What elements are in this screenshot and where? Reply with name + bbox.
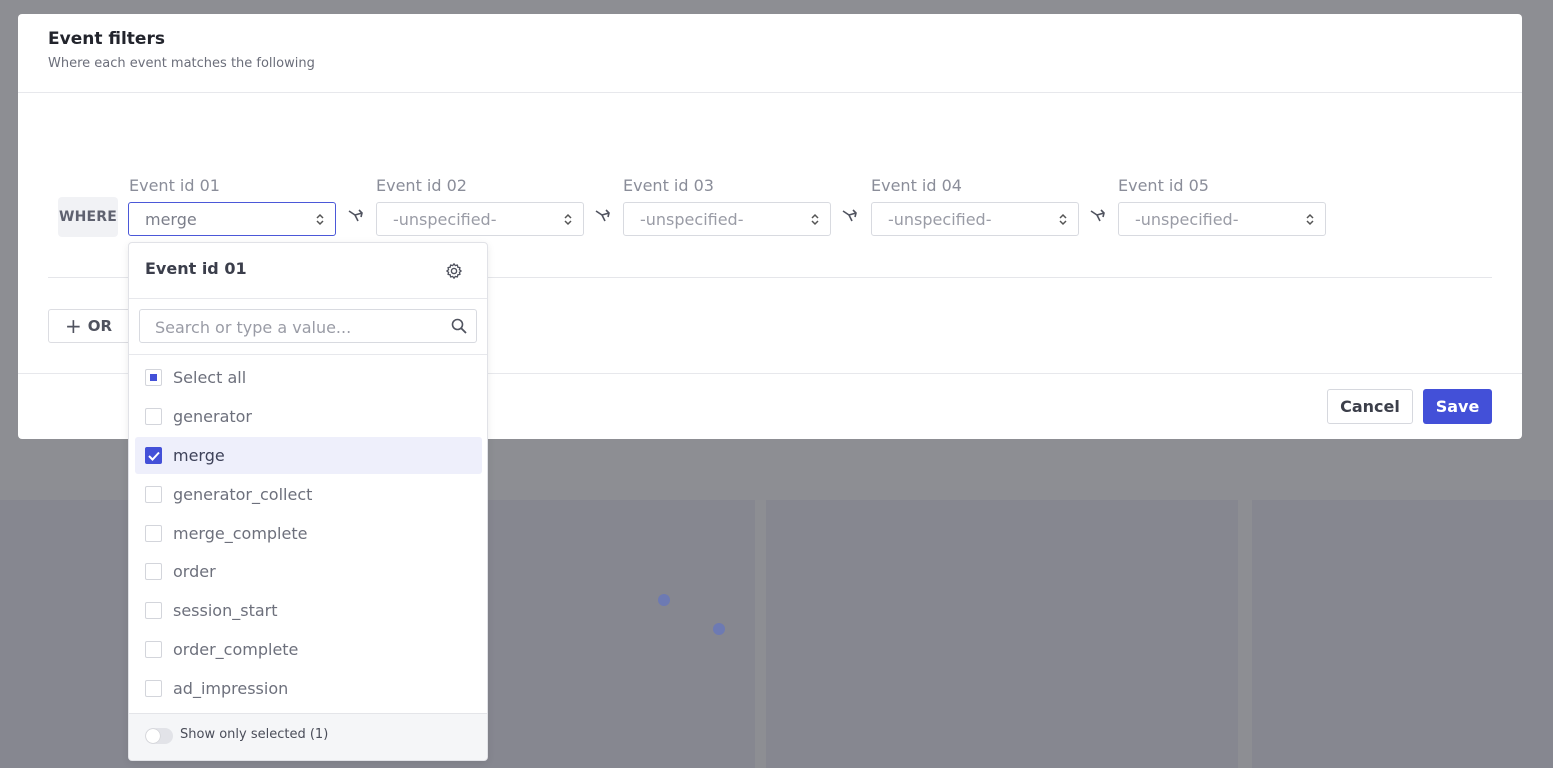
toggle-knob [146, 729, 160, 743]
background-panel-right [1252, 500, 1553, 768]
option-label: merge_complete [173, 524, 308, 543]
option-label: order_complete [173, 640, 299, 659]
select-value: -unspecified- [888, 209, 992, 229]
save-button[interactable]: Save [1423, 389, 1492, 424]
modal-header: Event filters Where each event matches t… [18, 14, 1522, 93]
option-label: generator [173, 407, 253, 426]
field-label-event-id-05: Event id 05 [1118, 176, 1209, 195]
search-icon [451, 318, 467, 334]
option-checkbox[interactable] [145, 680, 162, 697]
dropdown-title: Event id 01 [145, 259, 247, 278]
select-event-id-02[interactable]: -unspecified- [376, 202, 584, 236]
updown-chevron-icon [1306, 213, 1314, 226]
background-legend-dot [658, 594, 670, 606]
cancel-button[interactable]: Cancel [1327, 389, 1413, 424]
field-label-event-id-04: Event id 04 [871, 176, 962, 195]
field-label-event-id-02: Event id 02 [376, 176, 467, 195]
option-checkbox[interactable] [145, 525, 162, 542]
split-arrow-icon[interactable] [348, 207, 366, 225]
option-label: Select all [173, 368, 247, 387]
option-checkbox[interactable] [145, 563, 162, 580]
select-value: merge [145, 209, 197, 229]
list-item[interactable]: session_start [135, 592, 482, 629]
select-all-checkbox[interactable] [145, 369, 162, 386]
updown-chevron-icon [564, 213, 572, 226]
where-label: WHERE [58, 197, 118, 237]
option-label: session_start [173, 601, 278, 620]
dropdown-footer: Show only selected (1) [129, 713, 487, 760]
show-only-selected-toggle[interactable] [145, 728, 173, 744]
select-value: -unspecified- [640, 209, 744, 229]
option-checkbox[interactable] [145, 447, 162, 464]
list-item[interactable]: order_complete [135, 631, 482, 668]
dropdown-search-divider [129, 354, 487, 355]
checkmark-icon [148, 451, 160, 461]
list-item[interactable]: ad_impression [135, 670, 482, 707]
split-arrow-icon[interactable] [1090, 207, 1108, 225]
option-label: merge [173, 446, 225, 465]
select-event-id-03[interactable]: -unspecified- [623, 202, 831, 236]
background-data-point [713, 623, 725, 635]
list-item[interactable]: order [135, 553, 482, 590]
field-label-event-id-01: Event id 01 [129, 176, 220, 195]
updown-chevron-icon [811, 213, 819, 226]
plus-icon: + [65, 314, 82, 338]
select-value: -unspecified- [393, 209, 497, 229]
or-label: OR [87, 317, 113, 335]
field-label-event-id-03: Event id 03 [623, 176, 714, 195]
option-label: order [173, 562, 216, 581]
show-only-selected-label: Show only selected (1) [180, 727, 329, 742]
modal-title: Event filters [48, 29, 165, 49]
split-arrow-icon[interactable] [595, 207, 613, 225]
list-item[interactable]: merge [135, 437, 482, 474]
gear-icon[interactable] [445, 262, 463, 280]
modal-subtitle: Where each event matches the following [48, 56, 315, 71]
select-value: -unspecified- [1135, 209, 1239, 229]
split-arrow-icon[interactable] [842, 207, 860, 225]
select-all-option[interactable]: Select all [135, 359, 482, 396]
dropdown-header-divider [129, 298, 487, 299]
select-event-id-05[interactable]: -unspecified- [1118, 202, 1326, 236]
list-item[interactable]: generator_collect [135, 476, 482, 513]
search-box [139, 309, 477, 344]
list-item[interactable]: generator [135, 398, 482, 435]
updown-chevron-icon [1059, 213, 1067, 226]
background-panel-middle [766, 500, 1238, 768]
search-input[interactable] [140, 310, 457, 344]
option-label: generator_collect [173, 485, 313, 504]
event-id-01-dropdown: Event id 01 Select all generator merge g… [128, 242, 488, 761]
option-checkbox[interactable] [145, 486, 162, 503]
option-checkbox[interactable] [145, 602, 162, 619]
select-event-id-04[interactable]: -unspecified- [871, 202, 1079, 236]
updown-chevron-icon [316, 213, 324, 226]
list-item[interactable]: merge_complete [135, 515, 482, 552]
option-checkbox[interactable] [145, 641, 162, 658]
select-event-id-01[interactable]: merge [128, 202, 336, 236]
option-checkbox[interactable] [145, 408, 162, 425]
option-label: ad_impression [173, 679, 289, 698]
